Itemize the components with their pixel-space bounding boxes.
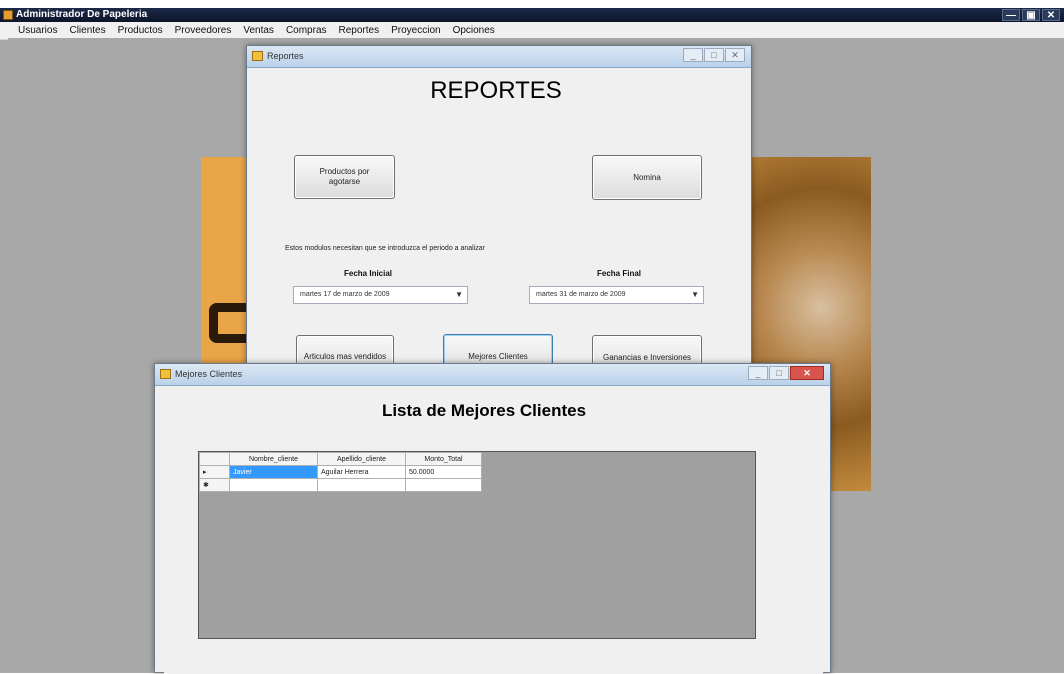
mejores-clientes-window-title: Mejores Clientes bbox=[175, 369, 243, 379]
menu-clientes[interactable]: Clientes bbox=[63, 22, 111, 39]
fecha-inicial-picker[interactable]: martes 17 de marzo de 2009 ▼ bbox=[293, 286, 468, 304]
column-header-monto[interactable]: Monto_Total bbox=[405, 452, 482, 466]
row-header-corner bbox=[199, 452, 230, 466]
close-button[interactable]: ✕ bbox=[725, 48, 745, 62]
reportes-titlebar[interactable]: Reportes _ □ ✕ bbox=[247, 46, 751, 68]
table-header-row: Nombre_cliente Apellido_cliente Monto_To… bbox=[199, 452, 482, 466]
menu-compras[interactable]: Compras bbox=[280, 22, 333, 39]
reportes-window: Reportes _ □ ✕ REPORTES Productos por ag… bbox=[246, 45, 752, 380]
row-indicator[interactable]: ▸ bbox=[199, 465, 230, 479]
menu-opciones[interactable]: Opciones bbox=[447, 22, 501, 39]
minimize-button[interactable]: _ bbox=[748, 366, 768, 380]
main-window-controls: — ▣ ✕ bbox=[1002, 9, 1060, 21]
periodo-note: Estos modulos necesitan que se introduzc… bbox=[285, 245, 486, 252]
chevron-down-icon[interactable]: ▼ bbox=[691, 287, 699, 303]
cell-monto[interactable]: 50.0000 bbox=[405, 465, 482, 479]
cell-nombre[interactable] bbox=[229, 478, 318, 492]
minimize-button[interactable]: — bbox=[1002, 9, 1020, 21]
top-strip bbox=[0, 0, 1064, 8]
new-row-indicator[interactable]: ✱ bbox=[199, 478, 230, 492]
window-icon bbox=[160, 369, 171, 379]
menu-ventas[interactable]: Ventas bbox=[237, 22, 280, 39]
column-header-nombre[interactable]: Nombre_cliente bbox=[229, 452, 318, 466]
menu-proveedores[interactable]: Proveedores bbox=[169, 22, 238, 39]
mejores-clientes-titlebar[interactable]: Mejores Clientes _ □ ✕ bbox=[155, 364, 830, 386]
minimize-button[interactable]: _ bbox=[683, 48, 703, 62]
maximize-button[interactable]: ▣ bbox=[1022, 9, 1040, 21]
window-icon bbox=[252, 51, 263, 61]
table-row[interactable]: ✱ bbox=[199, 478, 482, 492]
fecha-final-value: martes 31 de marzo de 2009 bbox=[536, 291, 626, 298]
cell-apellido[interactable]: Aguilar Herrera bbox=[317, 465, 406, 479]
column-header-apellido[interactable]: Apellido_cliente bbox=[317, 452, 406, 466]
productos-por-agotarse-button[interactable]: Productos por agotarse bbox=[294, 155, 395, 199]
cell-apellido[interactable] bbox=[317, 478, 406, 492]
app-icon bbox=[3, 10, 13, 20]
chevron-down-icon[interactable]: ▼ bbox=[455, 287, 463, 303]
clientes-data-grid[interactable]: Nombre_cliente Apellido_cliente Monto_To… bbox=[198, 451, 756, 639]
cell-nombre[interactable]: Javier bbox=[229, 465, 318, 479]
reportes-window-controls: _ □ ✕ bbox=[683, 48, 745, 62]
clientes-table: Nombre_cliente Apellido_cliente Monto_To… bbox=[199, 452, 482, 492]
menu-productos[interactable]: Productos bbox=[112, 22, 169, 39]
nomina-button[interactable]: Nomina bbox=[592, 155, 702, 200]
mejores-clientes-window: Mejores Clientes _ □ ✕ Lista de Mejores … bbox=[154, 363, 831, 674]
menu-usuarios[interactable]: Usuarios bbox=[12, 22, 63, 39]
close-button[interactable]: ✕ bbox=[790, 366, 824, 380]
table-row[interactable]: ▸ Javier Aguilar Herrera 50.0000 bbox=[199, 465, 482, 479]
main-titlebar: Administrador De Papeleria — ▣ ✕ bbox=[0, 8, 1064, 22]
close-button[interactable]: ✕ bbox=[1042, 9, 1060, 21]
page-title: REPORTES bbox=[430, 77, 562, 104]
maximize-button[interactable]: □ bbox=[704, 48, 724, 62]
reportes-body: REPORTES Productos por agotarse Nomina E… bbox=[256, 69, 742, 380]
cell-monto[interactable] bbox=[405, 478, 482, 492]
fecha-inicial-value: martes 17 de marzo de 2009 bbox=[300, 291, 390, 298]
fecha-final-label: Fecha Final bbox=[597, 269, 642, 278]
menu-proyeccion[interactable]: Proyeccion bbox=[385, 22, 446, 39]
maximize-button[interactable]: □ bbox=[769, 366, 789, 380]
reportes-window-title: Reportes bbox=[267, 51, 304, 61]
fecha-inicial-label: Fecha Inicial bbox=[344, 269, 393, 278]
menu-reportes[interactable]: Reportes bbox=[333, 22, 386, 39]
mejores-clientes-window-controls: _ □ ✕ bbox=[748, 366, 824, 380]
clientes-heading: Lista de Mejores Clientes bbox=[381, 401, 587, 420]
mejores-clientes-body: Lista de Mejores Clientes Nombre_cliente… bbox=[164, 387, 823, 674]
fecha-final-picker[interactable]: martes 31 de marzo de 2009 ▼ bbox=[529, 286, 704, 304]
app-title: Administrador De Papeleria bbox=[16, 9, 148, 20]
